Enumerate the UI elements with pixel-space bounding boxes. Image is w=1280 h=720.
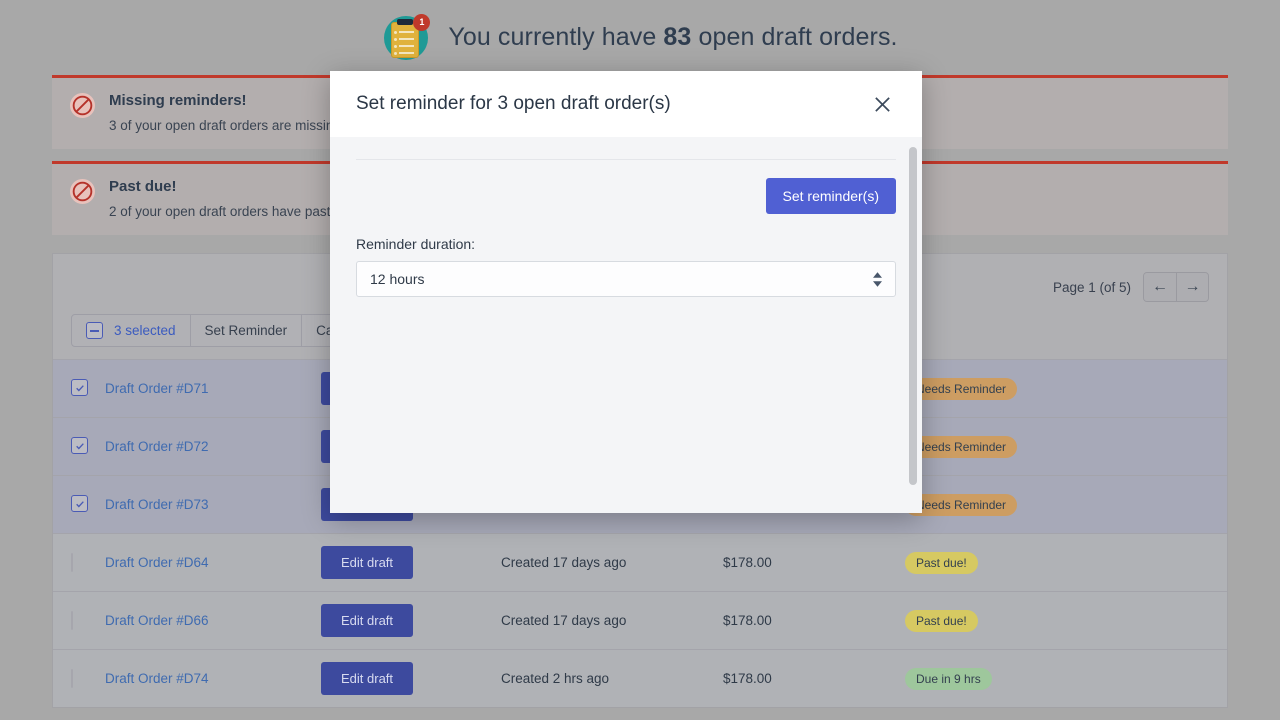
table-row[interactable]: Draft Order #D64 Edit draft Created 17 d… — [53, 533, 1227, 591]
edit-draft-button[interactable]: Edit draft — [321, 662, 414, 695]
open-draft-count: 83 — [663, 23, 692, 51]
reminder-duration-value: 12 hours — [370, 271, 425, 287]
row-checkbox-cell[interactable] — [71, 610, 105, 630]
arrow-right-icon: → — [1184, 278, 1201, 295]
selected-count-label: 3 selected — [114, 323, 176, 338]
select-all-checkbox[interactable] — [86, 322, 103, 339]
row-checkbox-cell[interactable] — [71, 379, 105, 398]
row-checkbox-cell[interactable] — [71, 668, 105, 688]
row-checkbox[interactable] — [71, 379, 88, 397]
row-order-link[interactable]: Draft Order #D74 — [105, 671, 321, 686]
row-checkbox[interactable] — [71, 552, 73, 572]
row-status-cell: Needs Reminder — [905, 377, 1209, 400]
row-created: Created 17 days ago — [501, 555, 627, 570]
row-order-link[interactable]: Draft Order #D66 — [105, 613, 321, 628]
arrow-left-icon: ← — [1152, 278, 1168, 295]
row-amount: $178.00 — [723, 613, 772, 628]
page-title-prefix: You currently have — [448, 23, 664, 51]
check-icon — [75, 384, 84, 392]
bulk-action-label: Set Reminder — [204, 323, 288, 338]
row-order-link[interactable]: Draft Order #D71 — [105, 381, 321, 396]
row-checkbox[interactable] — [71, 668, 73, 688]
modal-header: Set reminder for 3 open draft order(s) — [330, 71, 922, 137]
page-header: 1 You currently have 83 open draft order… — [0, 0, 1280, 75]
status-badge: Past due! — [905, 609, 978, 632]
table-row[interactable]: Draft Order #D66 Edit draft Created 17 d… — [53, 591, 1227, 649]
modal-primary-row: Set reminder(s) — [356, 178, 896, 214]
row-checkbox[interactable] — [71, 437, 88, 455]
select-all-cell[interactable]: 3 selected — [72, 315, 190, 346]
row-action-cell[interactable]: Edit draft — [321, 546, 501, 579]
bulk-actions-bar: 3 selected Set Reminder Can — [71, 314, 356, 347]
row-order-link[interactable]: Draft Order #D73 — [105, 497, 321, 512]
row-status-cell: Needs Reminder — [905, 435, 1209, 458]
row-checkbox[interactable] — [71, 610, 73, 630]
page-title-suffix: open draft orders. — [691, 23, 898, 51]
row-amount: $178.00 — [723, 671, 772, 686]
pagination-label: Page 1 (of 5) — [1052, 279, 1131, 295]
prohibited-icon — [70, 179, 95, 204]
check-icon — [75, 442, 84, 450]
row-amount: $178.00 — [723, 555, 772, 570]
reminder-duration-label: Reminder duration: — [356, 236, 476, 252]
pagination: Page 1 (of 5) ← → — [1053, 272, 1209, 302]
row-status-cell: Past due! — [905, 551, 1209, 574]
row-status-cell: Past due! — [905, 609, 1209, 632]
status-badge: Due in 9 hrs — [905, 667, 992, 690]
row-status-cell: Needs Reminder — [905, 493, 1209, 516]
set-reminders-button[interactable]: Set reminder(s) — [765, 178, 896, 214]
row-checkbox-cell[interactable] — [71, 437, 105, 456]
chevron-updown-icon — [873, 271, 882, 287]
prohibited-icon — [70, 93, 95, 118]
reminder-duration-select[interactable]: 12 hours — [356, 261, 896, 297]
modal-close-button[interactable] — [868, 90, 896, 118]
row-checkbox-cell[interactable] — [71, 495, 105, 514]
badge-count: 1 — [413, 13, 431, 31]
row-checkbox[interactable] — [71, 495, 88, 513]
page-title: You currently have 83 open draft orders. — [448, 23, 897, 52]
row-action-cell[interactable]: Edit draft — [321, 662, 501, 695]
edit-draft-button[interactable]: Edit draft — [321, 604, 414, 637]
modal-title: Set reminder for 3 open draft order(s) — [356, 93, 671, 114]
close-icon — [874, 96, 890, 112]
set-reminder-modal: Set reminder for 3 open draft order(s) S… — [330, 71, 922, 513]
table-row[interactable]: Draft Order #D74 Edit draft Created 2 hr… — [53, 649, 1227, 707]
check-icon — [75, 500, 84, 508]
modal-scrollbar[interactable] — [909, 147, 917, 485]
bulk-action-set-reminder[interactable]: Set Reminder — [189, 315, 302, 346]
row-order-link[interactable]: Draft Order #D72 — [105, 439, 321, 454]
row-created: Created 2 hrs ago — [501, 671, 610, 686]
row-status-cell: Due in 9 hrs — [905, 667, 1209, 690]
pagination-prev-button[interactable]: ← — [1144, 273, 1176, 301]
row-order-link[interactable]: Draft Order #D64 — [105, 555, 321, 570]
edit-draft-button[interactable]: Edit draft — [321, 546, 414, 579]
clipboard-icon: 1 — [382, 13, 431, 62]
pagination-next-button[interactable]: → — [1176, 273, 1208, 301]
row-created: Created 17 days ago — [501, 613, 627, 628]
modal-divider — [356, 159, 896, 160]
modal-body: Set reminder(s) Reminder duration: 12 ho… — [330, 137, 922, 513]
status-badge: Past due! — [905, 551, 978, 574]
row-checkbox-cell[interactable] — [71, 552, 105, 572]
row-action-cell[interactable]: Edit draft — [321, 604, 501, 637]
